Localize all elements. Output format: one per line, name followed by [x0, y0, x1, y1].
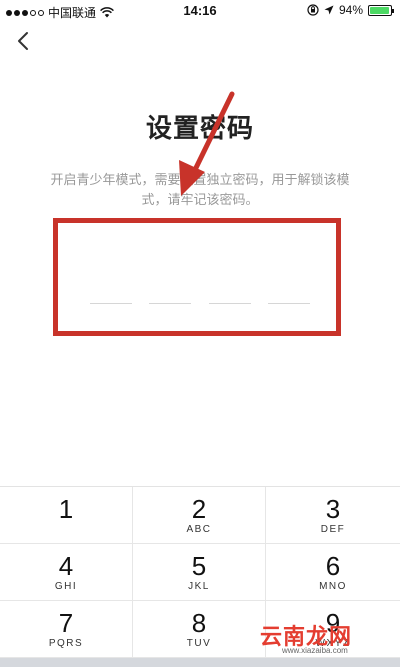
key-4[interactable]: 4 GHI — [0, 544, 133, 601]
key-1[interactable]: 1 — [0, 487, 133, 544]
key-6[interactable]: 6 MNO — [266, 544, 400, 601]
key-letters: MNO — [319, 580, 347, 592]
key-8[interactable]: 8 TUV — [133, 601, 266, 658]
location-arrow-icon — [324, 5, 334, 15]
key-digit: 6 — [325, 550, 341, 581]
back-button[interactable] — [12, 28, 34, 54]
key-digit: 4 — [58, 550, 74, 581]
key-digit: 2 — [191, 493, 207, 524]
battery-fill — [370, 6, 389, 14]
description-text: 开启青少年模式，需要设置独立密码，用于解锁该模式，请牢记该密码。 — [50, 172, 350, 207]
key-7[interactable]: 7 PQRS — [0, 601, 133, 658]
key-letters: WXYZ — [315, 637, 351, 649]
orientation-lock-icon — [307, 4, 319, 16]
numeric-keypad: 1 2 ABC 3 DEF 4 GHI 5 JKL 6 MNO 7 PQRS 8… — [0, 486, 400, 667]
battery-percent: 94% — [338, 3, 363, 17]
key-digit: 9 — [325, 607, 341, 638]
key-9[interactable]: 9 WXYZ — [266, 601, 400, 658]
key-letters: DEF — [320, 523, 346, 535]
key-5[interactable]: 5 JKL — [133, 544, 266, 601]
key-letters: JKL — [188, 580, 210, 592]
status-bar: 中国联通 14:16 94% — [0, 0, 400, 22]
key-2[interactable]: 2 ABC — [133, 487, 266, 544]
chevron-left-icon — [18, 32, 28, 50]
pin-slot — [90, 303, 132, 304]
battery-icon — [368, 4, 394, 16]
pin-slot — [149, 303, 192, 304]
key-digit: 5 — [191, 550, 207, 581]
key-letters: PQRS — [48, 637, 84, 649]
annotation-highlight-box — [53, 218, 341, 336]
status-right: 94% — [307, 3, 394, 17]
key-digit: 3 — [325, 493, 341, 524]
key-digit: 1 — [58, 493, 74, 524]
keypad-bottom-row — [0, 658, 400, 667]
key-digit: 8 — [191, 607, 207, 638]
key-letters: GHI — [54, 580, 78, 592]
key-digit: 7 — [58, 607, 74, 638]
pin-slot — [267, 303, 310, 304]
pin-input[interactable] — [90, 303, 310, 305]
key-letters: ABC — [186, 523, 212, 535]
pin-slot — [208, 303, 251, 304]
key-letters: TUV — [186, 637, 212, 649]
key-3[interactable]: 3 DEF — [266, 487, 400, 544]
page-title: 设置密码 — [145, 113, 254, 143]
